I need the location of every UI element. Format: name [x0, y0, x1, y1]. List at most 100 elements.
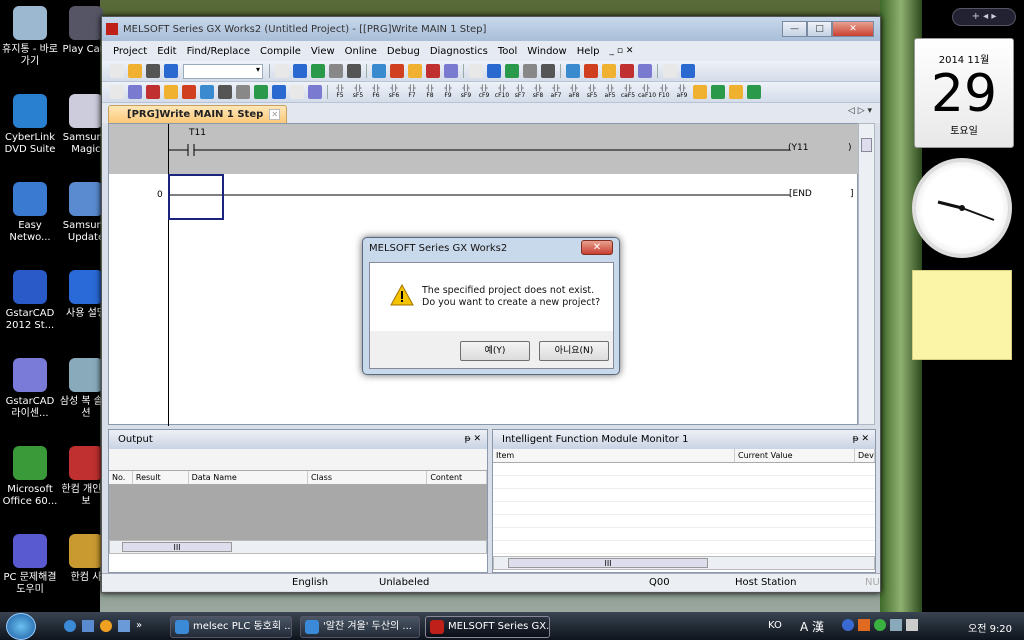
menu-debug[interactable]: Debug [387, 46, 420, 57]
desktop-icon[interactable] [82, 620, 94, 632]
toolbar-button[interactable] [272, 85, 286, 99]
col-data-name[interactable]: Data Name [189, 471, 308, 484]
toolbar-button[interactable] [218, 85, 232, 99]
output-close-icon[interactable]: ✕ [473, 434, 481, 444]
toolbar-button[interactable] [308, 85, 322, 99]
toolbar-button[interactable] [729, 85, 743, 99]
title-bar[interactable]: MELSOFT Series GX Works2 (Untitled Proje… [102, 17, 880, 41]
ladder-symbol-button[interactable]: ┤├ sF7 [512, 85, 528, 99]
toolbar-button[interactable] [128, 64, 142, 78]
tray-ime[interactable]: A 漢 [800, 618, 824, 635]
col-no[interactable]: No. [109, 471, 133, 484]
task-doosan[interactable]: '알찬 겨울' 두산의 ... [300, 616, 420, 638]
ladder-symbol-button[interactable]: ┤├ sF5 [584, 85, 600, 99]
ladder-symbol-button[interactable]: ┤├ aF8 [566, 85, 582, 99]
toolbar-button[interactable] [426, 64, 440, 78]
ladder-symbol-button[interactable]: ┤├ F5 [332, 85, 348, 99]
toolbar-button[interactable] [505, 64, 519, 78]
toolbar-button[interactable] [290, 85, 304, 99]
toolbar-button[interactable] [711, 85, 725, 99]
pin-icon[interactable]: ᵽ [853, 434, 859, 444]
output-horizontal-scrollbar[interactable]: III [109, 540, 487, 554]
menu-help[interactable]: Help [577, 46, 600, 57]
toolbar-button[interactable] [444, 64, 458, 78]
toolbar-button[interactable] [146, 85, 160, 99]
toolbar-button[interactable] [620, 64, 634, 78]
close-button[interactable]: ✕ [832, 21, 874, 37]
gadget-controls[interactable]: + ◂ ▸ [952, 8, 1016, 26]
coil-y11[interactable]: (Y11 [788, 143, 808, 153]
ladder-cursor[interactable] [168, 174, 224, 220]
col-item[interactable]: Item [493, 449, 735, 462]
toolbar-button[interactable] [329, 64, 343, 78]
toolbar-button[interactable] [747, 85, 761, 99]
toolbar-button[interactable] [110, 85, 124, 99]
monitor-horizontal-scrollbar[interactable]: III [493, 556, 875, 570]
toolbar-button[interactable] [487, 64, 501, 78]
toolbar-button[interactable] [372, 64, 386, 78]
scroll-thumb[interactable]: III [122, 542, 232, 552]
switch-windows-icon[interactable] [118, 620, 130, 632]
ladder-vertical-scrollbar[interactable] [858, 123, 875, 425]
toolbar-button[interactable] [200, 85, 214, 99]
toolbar-button[interactable] [663, 64, 677, 78]
col-class[interactable]: Class [308, 471, 428, 484]
scroll-thumb[interactable]: III [508, 558, 708, 568]
toolbar-button[interactable] [602, 64, 616, 78]
toolbar-button[interactable] [566, 64, 580, 78]
ladder-symbol-button[interactable]: ┤├ cF9 [476, 85, 492, 99]
mdi-controls[interactable]: _ ▫ ✕ [610, 46, 634, 56]
quicklaunch-more[interactable]: » [136, 620, 142, 632]
toolbar-button[interactable] [254, 85, 268, 99]
ladder-symbol-button[interactable]: ┤├ aF7 [548, 85, 564, 99]
toolbar-button[interactable] [275, 64, 289, 78]
end-instruction[interactable]: [END [789, 189, 812, 199]
toolbar-button[interactable] [293, 64, 307, 78]
desktop-icon[interactable]: GstarCAD 라이센... [1, 354, 59, 420]
security-icon[interactable] [874, 619, 886, 631]
toolbar-button[interactable] [347, 64, 361, 78]
menu-view[interactable]: View [311, 46, 335, 57]
toolbar-button[interactable] [182, 85, 196, 99]
toolbar-button[interactable] [146, 64, 160, 78]
scroll-thumb[interactable] [861, 138, 872, 152]
menu-online[interactable]: Online [345, 46, 377, 57]
ladder-symbol-button[interactable]: ┤├ sF6 [386, 85, 402, 99]
desktop-icon[interactable]: GstarCAD 2012 St... [1, 266, 59, 332]
toolbar-button[interactable] [541, 64, 555, 78]
volume-icon[interactable] [906, 619, 918, 631]
sticky-note-gadget[interactable] [912, 270, 1012, 360]
toolbar-button[interactable] [693, 85, 707, 99]
monitor-close-icon[interactable]: ✕ [861, 434, 869, 444]
desktop-icon[interactable]: CyberLink DVD Suite [1, 90, 59, 156]
dialog-close-button[interactable]: ✕ [581, 240, 613, 255]
ladder-symbol-button[interactable]: ┤├ aF5 [602, 85, 618, 99]
ladder-symbol-button[interactable]: ┤├ aF9 [674, 85, 690, 99]
ie-icon[interactable] [64, 620, 76, 632]
toolbar-button[interactable] [164, 64, 178, 78]
ladder-symbol-button[interactable]: ┤├ F9 [440, 85, 456, 99]
maximize-button[interactable]: □ [807, 21, 832, 37]
help-icon[interactable] [842, 619, 854, 631]
ladder-symbol-button[interactable]: ┤├ caF5 [620, 85, 636, 99]
tab-close-icon[interactable]: ✕ [269, 109, 281, 120]
col-current-value[interactable]: Current Value [735, 449, 855, 462]
menu-diagnostics[interactable]: Diagnostics [430, 46, 488, 57]
toolbar-button[interactable] [408, 64, 422, 78]
yes-button[interactable]: 예(Y) [460, 341, 530, 361]
menu-find-replace[interactable]: Find/Replace [187, 46, 250, 57]
toolbar-button[interactable] [638, 64, 652, 78]
menu-compile[interactable]: Compile [260, 46, 301, 57]
col-result[interactable]: Result [133, 471, 189, 484]
network-icon[interactable] [890, 619, 902, 631]
toolbar-button[interactable] [584, 64, 598, 78]
ladder-symbol-button[interactable]: ┤├ F8 [422, 85, 438, 99]
start-button[interactable] [6, 613, 36, 640]
col-dev[interactable]: Dev [855, 449, 875, 462]
ladder-symbol-button[interactable]: ┤├ sF5 [350, 85, 366, 99]
tab-navigation[interactable]: ◁ ▷ ▾ [848, 106, 872, 116]
ladder-symbol-button[interactable]: ┤├ cF10 [494, 85, 510, 99]
toolbar-button[interactable] [110, 64, 124, 78]
menu-window[interactable]: Window [527, 46, 566, 57]
ladder-symbol-button[interactable]: ┤├ sF8 [530, 85, 546, 99]
